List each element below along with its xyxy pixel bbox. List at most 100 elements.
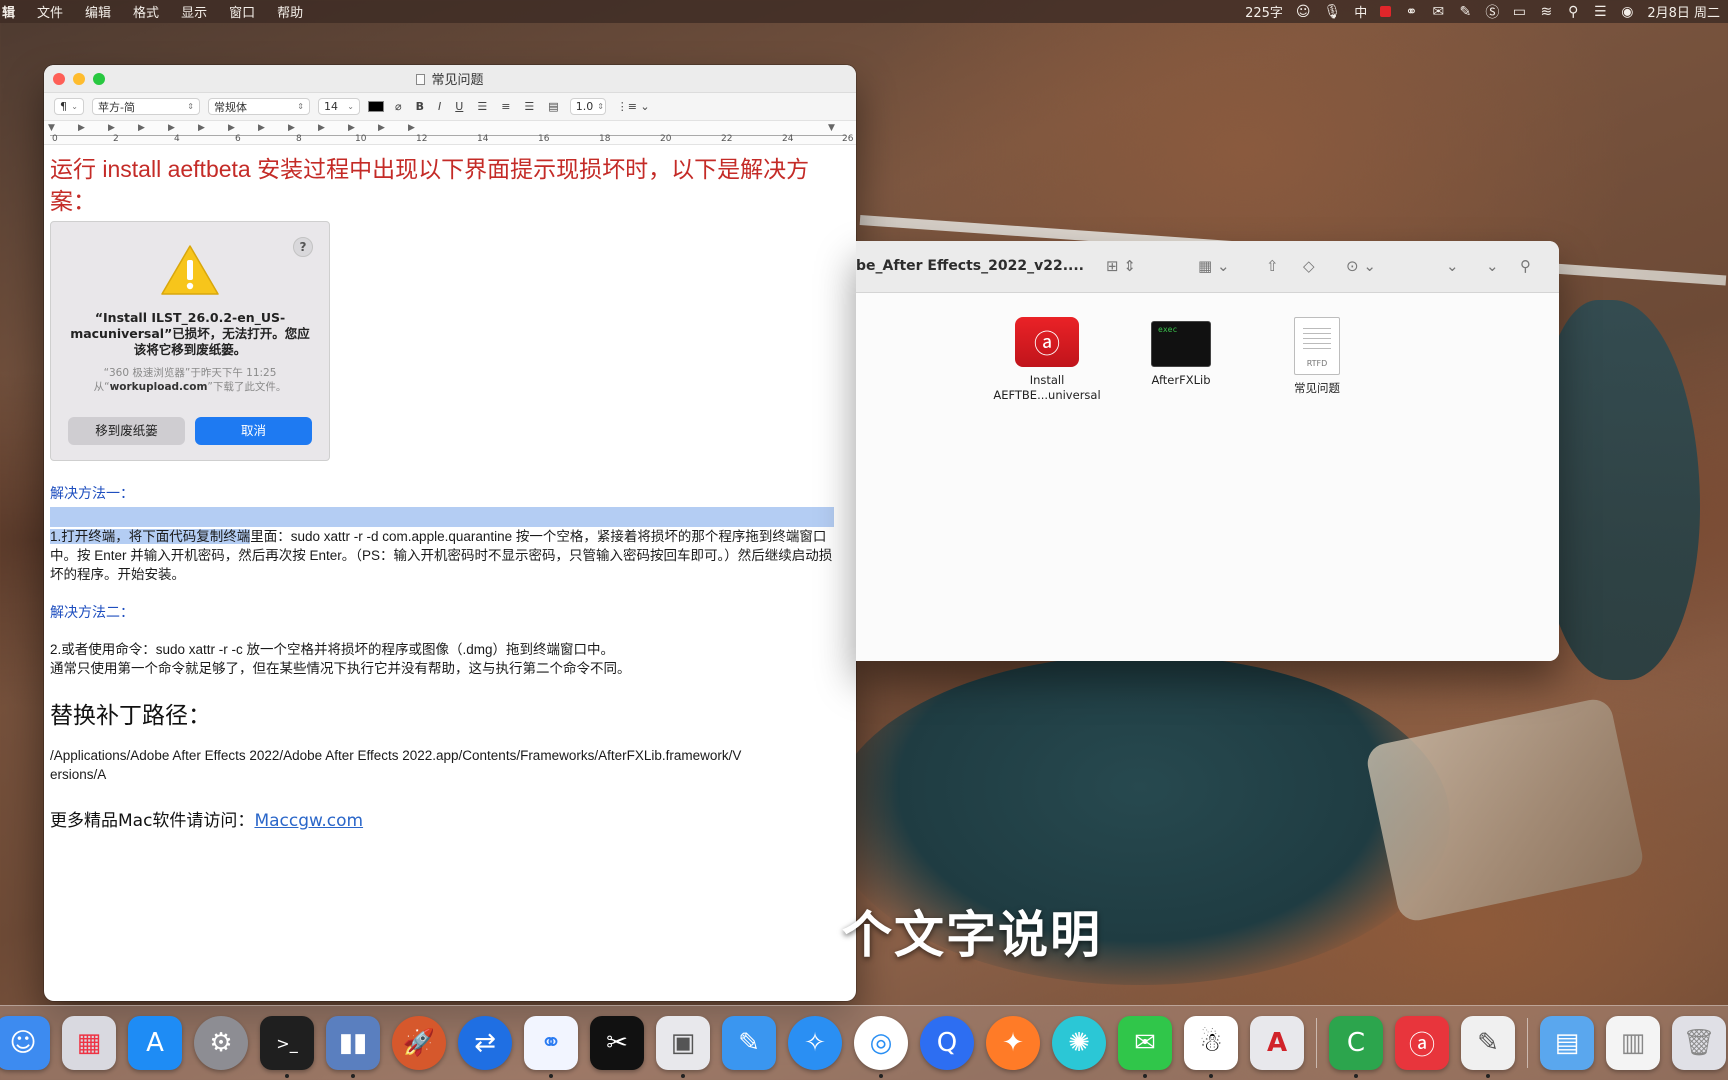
tab-stop[interactable]: ▶ (408, 123, 415, 133)
tab-stop[interactable]: ▶ (318, 123, 325, 133)
align-right-icon[interactable]: ☰ (521, 100, 537, 113)
highlight-color-icon[interactable]: ⌀ (392, 100, 405, 113)
text-color-swatch[interactable] (368, 101, 384, 112)
smiley-icon[interactable]: ☺ (1296, 4, 1311, 20)
font-family-select[interactable]: 苹方-简 ⇕ (92, 98, 200, 115)
menu-window[interactable]: 窗口 (218, 2, 266, 21)
tab-stop[interactable]: ▶ (198, 123, 205, 133)
zoom-button[interactable] (93, 72, 105, 85)
align-center-icon[interactable]: ≡ (498, 100, 513, 113)
close-button[interactable] (53, 72, 65, 85)
baidu-netdisk-dock-icon[interactable]: ⚭ (524, 1016, 578, 1078)
trash-icon[interactable]: 🗑 (1672, 1016, 1726, 1070)
textedit-dock-icon[interactable]: ✎ (1461, 1016, 1515, 1078)
menu-app-name[interactable]: 辑 (0, 2, 26, 21)
chevron-down-icon[interactable]: ⌄ (1486, 257, 1499, 275)
word-count[interactable]: 225字 (1245, 2, 1283, 21)
tab-stop[interactable]: ▶ (378, 123, 385, 133)
creative-cloud-dock-icon[interactable]: ⓐ (1395, 1016, 1449, 1070)
line-spacing-select[interactable]: 1.0 ⇕ (569, 98, 606, 115)
document-stack-icon[interactable]: ▥ (1606, 1016, 1660, 1070)
tab-stop[interactable]: ▶ (258, 123, 265, 133)
more-actions-icon[interactable]: ⊙ ⌄ (1346, 257, 1376, 275)
list-bullets-icon[interactable]: ⋮≡ ⌄ (614, 100, 653, 113)
input-method[interactable]: 中 (1354, 2, 1367, 21)
preview-dock-icon[interactable]: ▣ (656, 1016, 710, 1078)
siri-icon[interactable]: ◉ (1620, 4, 1634, 20)
microphone-icon[interactable]: 🎙 (1324, 4, 1342, 20)
quark-dock-icon[interactable]: Q (920, 1016, 974, 1070)
menu-help[interactable]: 帮助 (266, 2, 314, 21)
tab-stop[interactable]: ▶ (78, 123, 85, 133)
wifi-icon[interactable]: ≋ (1539, 4, 1553, 20)
minimize-button[interactable] (73, 72, 85, 85)
tab-stop[interactable]: ▶ (108, 123, 115, 133)
safari-dock-icon[interactable]: ✧ (788, 1016, 842, 1070)
ruler-indent-marker[interactable]: ▼ (48, 123, 55, 133)
launchpad-dock-icon[interactable]: ▦ (62, 1016, 116, 1070)
rocket-dock-icon[interactable]: 🚀 (392, 1016, 446, 1070)
tab-stop[interactable]: ▶ (138, 123, 145, 133)
finder-toolbar[interactable]: be_After Effects_2022_v22.... ⊞ ⇕ ▦ ⌄ ⇧ … (856, 241, 1559, 293)
record-icon[interactable] (1380, 6, 1392, 17)
autocad-dock-icon[interactable]: A (1250, 1016, 1304, 1070)
finder-dock-icon[interactable]: ☺ (0, 1016, 50, 1070)
search-icon[interactable]: ⚲ (1520, 257, 1531, 275)
ruler-right-margin-marker[interactable]: ▼ (828, 123, 835, 133)
qq-dock-icon[interactable]: ☃ (1184, 1016, 1238, 1078)
move-to-trash-button: 移到废纸篓 (68, 417, 185, 445)
parallels-dock-icon[interactable]: ▮▮ (326, 1016, 380, 1078)
menu-view[interactable]: 显示 (170, 2, 218, 21)
app-store-dock-icon[interactable]: A (128, 1016, 182, 1070)
capcut-dock-icon[interactable]: ✂ (590, 1016, 644, 1070)
ruler-number: 10 (355, 134, 367, 144)
tab-stop[interactable]: ▶ (228, 123, 235, 133)
menu-format[interactable]: 格式 (122, 2, 170, 21)
font-style-select[interactable]: 常规体 ⇕ (208, 98, 310, 115)
align-left-icon[interactable]: ☰ (474, 100, 490, 113)
italic-button[interactable]: I (435, 100, 444, 113)
edit-icon[interactable]: ✎ (1458, 4, 1472, 20)
firefox-dock-icon[interactable]: ✦ (986, 1016, 1040, 1070)
tab-stop[interactable]: ▶ (168, 123, 175, 133)
window-titlebar[interactable]: 常见问题 (44, 65, 856, 93)
pages-dock-icon[interactable]: ✎ (722, 1016, 776, 1070)
textedit-window: 常见问题 ¶ ⌄ 苹方-简 ⇕ 常规体 ⇕ 14 ⌄ ⌀ B I U ☰ ≡ ☰ ▤ 1… (44, 65, 856, 1001)
system-preferences-dock-icon[interactable]: ⚙ (194, 1016, 248, 1070)
tab-stop[interactable]: ▶ (348, 123, 355, 133)
wechat-dock-icon[interactable]: ✉ (1118, 1016, 1172, 1078)
xunlei-dock-icon[interactable]: ✺ (1052, 1016, 1106, 1070)
date-time[interactable]: 2月8日 周二 (1647, 2, 1720, 21)
chrome-dock-icon[interactable]: ◎ (854, 1016, 908, 1078)
teamviewer-dock-icon[interactable]: ⇄ (458, 1016, 512, 1070)
tag-icon[interactable]: ◇ (1303, 257, 1315, 275)
camtasia-dock-icon[interactable]: C (1329, 1016, 1383, 1078)
underline-button[interactable]: U (452, 100, 466, 113)
s-app-icon[interactable]: Ⓢ (1485, 2, 1499, 22)
justify-icon[interactable]: ▤ (545, 100, 561, 113)
wechat-icon[interactable]: ✉ (1431, 4, 1445, 20)
document-body[interactable]: 运行 install aeftbeta 安装过程中出现以下界面提示现损坏时，以下… (44, 145, 856, 831)
downloads-folder-icon[interactable]: ▤ (1540, 1016, 1594, 1070)
font-size-select[interactable]: 14 ⌄ (318, 98, 360, 115)
maccgw-link[interactable]: Maccgw.com (254, 811, 363, 831)
file-item[interactable]: exec AfterFXLib (1116, 321, 1246, 388)
finder-file-area[interactable]: ⓐ Install AEFTBE...universal exec AfterF… (856, 293, 1559, 661)
tab-stop[interactable]: ▶ (288, 123, 295, 133)
paragraph-style-select[interactable]: ¶ ⌄ (54, 98, 84, 115)
control-center-icon[interactable]: ☰ (1593, 4, 1607, 20)
file-item[interactable]: RTFD 常见问题 (1252, 317, 1382, 396)
bold-button[interactable]: B (413, 100, 427, 113)
menu-edit[interactable]: 编辑 (74, 2, 122, 21)
share-icon[interactable]: ⇧ (1266, 257, 1279, 275)
group-icon[interactable]: ▦ ⌄ (1198, 257, 1230, 275)
baidu-netdisk-icon[interactable]: ⚭ (1404, 4, 1418, 20)
file-item[interactable]: ⓐ Install AEFTBE...universal (982, 317, 1112, 403)
menu-file[interactable]: 文件 (26, 2, 74, 21)
chevron-down-icon[interactable]: ⌄ (1446, 257, 1459, 275)
terminal-dock-icon[interactable]: >_ (260, 1016, 314, 1078)
ruler[interactable]: ▼ ▶ ▶ ▶ ▶ ▶ ▶ ▶ ▶ ▶ ▶ ▶ ▶ ▼ 0 2 4 6 8 10… (44, 121, 856, 145)
view-grid-icon[interactable]: ⊞ ⇕ (1106, 257, 1136, 275)
spotlight-icon[interactable]: ⚲ (1566, 4, 1580, 20)
battery-icon[interactable]: ▭ (1512, 4, 1526, 20)
